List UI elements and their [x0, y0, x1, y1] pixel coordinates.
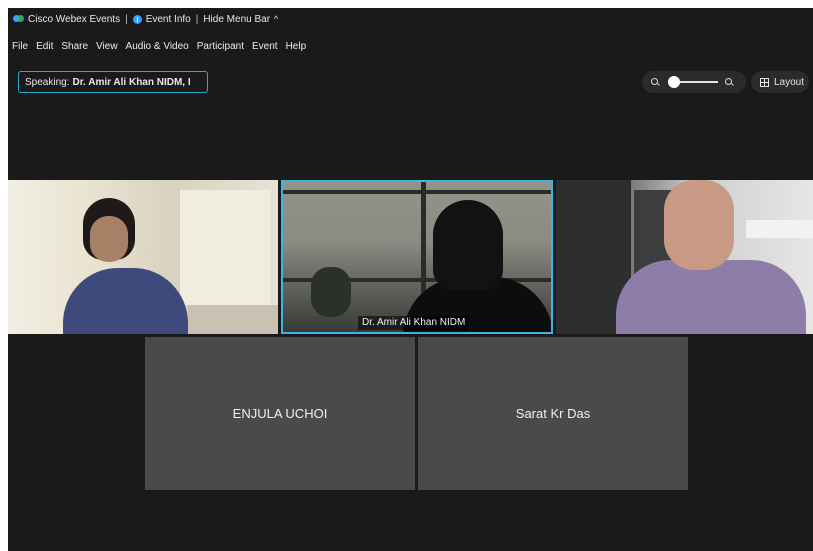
- app-name: Cisco Webex Events: [28, 13, 121, 25]
- participant-name: Sarat Kr Das: [515, 406, 591, 421]
- zoom-control: [642, 71, 746, 93]
- menu-help[interactable]: Help: [286, 41, 307, 52]
- event-info-button[interactable]: Event Info: [132, 13, 191, 25]
- layout-button[interactable]: Layout: [751, 71, 809, 93]
- menu-view[interactable]: View: [96, 41, 118, 52]
- video-feed-plant: [311, 267, 351, 317]
- person-face: [90, 216, 128, 262]
- person-shirt: [616, 260, 806, 334]
- video-tile-active-speaker[interactable]: Dr. Amir Ali Khan NIDM: [281, 180, 553, 334]
- video-tile-participant-3[interactable]: [556, 180, 813, 334]
- zoom-slider-thumb[interactable]: [668, 76, 680, 88]
- video-feed-ac-unit: [746, 220, 813, 238]
- menu-edit[interactable]: Edit: [36, 41, 53, 52]
- menu-share[interactable]: Share: [61, 41, 88, 52]
- participant-tile[interactable]: ENJULA UCHOI: [145, 337, 415, 490]
- separator: |: [125, 13, 128, 25]
- speaking-label: Speaking:: [25, 76, 70, 88]
- menu-audio-video[interactable]: Audio & Video: [126, 41, 189, 52]
- window-bar: [283, 190, 551, 194]
- menu-bar: File Edit Share View Audio & Video Parti…: [8, 37, 310, 55]
- speaking-indicator: Speaking: Dr. Amir Ali Khan NIDM, I: [18, 71, 208, 93]
- video-feed-person: [63, 198, 188, 334]
- speaking-name: Dr. Amir Ali Khan NIDM, I: [72, 76, 191, 88]
- person-face: [664, 180, 734, 270]
- person-silhouette: [433, 200, 503, 290]
- hide-menu-bar-label: Hide Menu Bar: [203, 13, 271, 25]
- video-tile-participant-1[interactable]: [8, 180, 278, 334]
- title-bar: Cisco Webex Events | Event Info | Hide M…: [8, 8, 813, 30]
- video-feed-window: [178, 190, 270, 305]
- separator: |: [195, 13, 199, 25]
- zoom-slider[interactable]: [668, 76, 718, 88]
- event-info-label: Event Info: [145, 13, 191, 25]
- zoom-out-icon[interactable]: [651, 77, 660, 87]
- layout-label: Layout: [774, 76, 805, 88]
- info-icon: [132, 14, 142, 24]
- webex-meeting-window: Cisco Webex Events | Event Info | Hide M…: [8, 8, 813, 551]
- menu-file[interactable]: File: [12, 41, 28, 52]
- menu-event[interactable]: Event: [252, 41, 278, 52]
- video-feed-desk: [188, 305, 278, 334]
- zoom-in-icon[interactable]: [725, 77, 734, 87]
- participant-name: ENJULA UCHOI: [232, 406, 328, 421]
- chevron-up-icon: ^: [274, 14, 279, 24]
- webex-logo-icon: [13, 14, 24, 24]
- participant-tile[interactable]: Sarat Kr Das: [418, 337, 688, 490]
- active-speaker-name: Dr. Amir Ali Khan NIDM: [358, 316, 470, 330]
- grid-layout-icon: [760, 77, 769, 87]
- hide-menu-bar-button[interactable]: Hide Menu Bar ^: [203, 14, 278, 25]
- menu-participant[interactable]: Participant: [197, 41, 244, 52]
